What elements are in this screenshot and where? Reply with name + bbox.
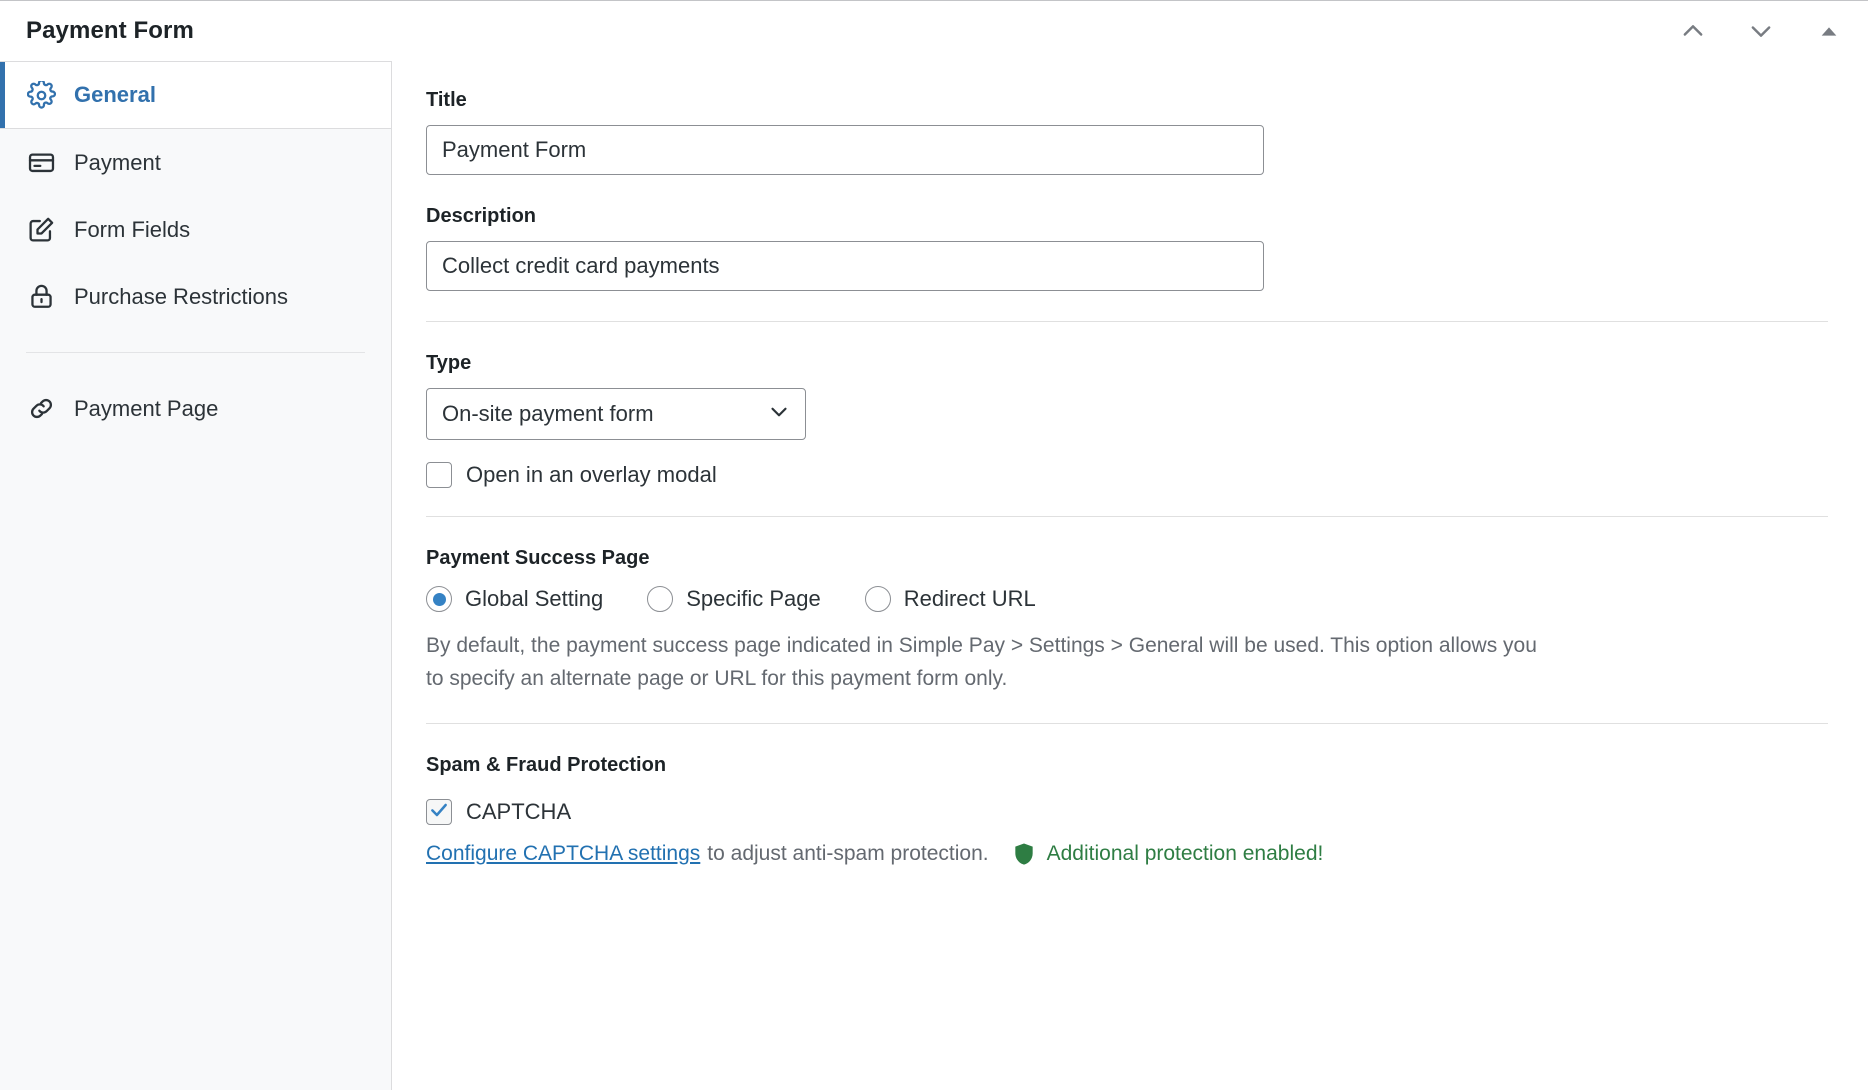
overlay-modal-checkbox-row[interactable]: Open in an overlay modal	[426, 462, 1828, 488]
radio-specific-page[interactable]: Specific Page	[647, 586, 821, 612]
captcha-note-text: to adjust anti-spam protection.	[707, 842, 988, 866]
link-icon	[26, 394, 56, 424]
gear-icon	[26, 80, 56, 110]
panel-body: General Payment	[0, 61, 1868, 1090]
sidebar-item-general[interactable]: General	[0, 62, 391, 129]
sidebar-item-label: Payment Page	[74, 396, 218, 422]
divider-after-description	[426, 321, 1828, 322]
sidebar-item-label: Payment	[74, 150, 161, 176]
sidebar-item-purchase-restrictions[interactable]: Purchase Restrictions	[0, 263, 391, 330]
sidebar-divider	[26, 352, 365, 353]
move-up-button[interactable]	[1670, 8, 1716, 54]
payment-form-panel: Payment Form	[0, 0, 1868, 1090]
check-icon	[429, 800, 449, 825]
sidebar-item-payment-page[interactable]: Payment Page	[0, 375, 391, 442]
spam-protection-heading: Spam & Fraud Protection	[426, 754, 1828, 777]
radio-label: Redirect URL	[904, 586, 1036, 612]
radio-label: Global Setting	[465, 586, 603, 612]
triangle-up-icon	[1818, 20, 1840, 42]
success-page-heading: Payment Success Page	[426, 547, 1828, 570]
protection-status-text: Additional protection enabled!	[1047, 842, 1324, 866]
title-field-block: Title	[426, 89, 1828, 175]
overlay-modal-label: Open in an overlay modal	[466, 462, 717, 488]
captcha-note: Configure CAPTCHA settings to adjust ant…	[426, 841, 1828, 867]
type-field-block: Type On-site payment form Open in an ove…	[426, 352, 1828, 488]
type-label: Type	[426, 352, 1828, 375]
captcha-checkbox-row[interactable]: CAPTCHA	[426, 799, 1828, 825]
divider-after-type	[426, 516, 1828, 517]
general-settings-panel: Title Description Type On-site payment f…	[392, 61, 1868, 1090]
edit-square-icon	[26, 215, 56, 245]
title-label: Title	[426, 89, 1828, 112]
description-input[interactable]	[426, 241, 1264, 291]
success-page-help-text: By default, the payment success page ind…	[426, 630, 1541, 695]
configure-captcha-link[interactable]: Configure CAPTCHA settings	[426, 842, 700, 866]
settings-sidebar: General Payment	[0, 61, 392, 1090]
radio-indicator[interactable]	[426, 586, 452, 612]
title-input[interactable]	[426, 125, 1264, 175]
type-select-value: On-site payment form	[442, 401, 654, 427]
description-field-block: Description	[426, 205, 1828, 291]
header-controls	[1670, 1, 1852, 61]
captcha-checkbox[interactable]	[426, 799, 452, 825]
divider-after-success-page	[426, 723, 1828, 724]
type-select-wrapper: On-site payment form	[426, 388, 806, 440]
sidebar-item-form-fields[interactable]: Form Fields	[0, 196, 391, 263]
sidebar-item-label: General	[74, 82, 156, 108]
radio-label: Specific Page	[686, 586, 821, 612]
type-select[interactable]: On-site payment form	[426, 388, 806, 440]
panel-header: Payment Form	[0, 1, 1868, 61]
overlay-modal-checkbox[interactable]	[426, 462, 452, 488]
description-label: Description	[426, 205, 1828, 228]
radio-global-setting[interactable]: Global Setting	[426, 586, 603, 612]
captcha-label: CAPTCHA	[466, 799, 571, 825]
radio-indicator[interactable]	[865, 586, 891, 612]
radio-redirect-url[interactable]: Redirect URL	[865, 586, 1036, 612]
chevron-up-icon	[1679, 17, 1707, 45]
collapse-toggle-button[interactable]	[1806, 8, 1852, 54]
move-down-button[interactable]	[1738, 8, 1784, 54]
sidebar-item-label: Form Fields	[74, 217, 190, 243]
sidebar-item-payment[interactable]: Payment	[0, 129, 391, 196]
credit-card-icon	[26, 148, 56, 178]
success-page-block: Payment Success Page Global Setting Spec…	[426, 547, 1828, 695]
success-page-radio-group: Global Setting Specific Page Redirect UR…	[426, 586, 1828, 612]
chevron-down-icon	[1747, 17, 1775, 45]
spam-protection-block: Spam & Fraud Protection CAPTCHA Configur…	[426, 754, 1828, 867]
shield-icon	[1011, 841, 1037, 867]
radio-indicator[interactable]	[647, 586, 673, 612]
page-title: Payment Form	[26, 17, 194, 45]
lock-icon	[26, 282, 56, 312]
sidebar-item-label: Purchase Restrictions	[74, 284, 288, 310]
